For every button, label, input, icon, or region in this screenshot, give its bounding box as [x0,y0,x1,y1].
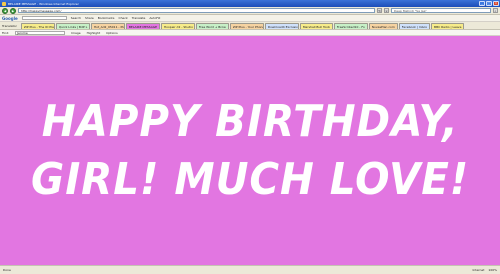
google-toolbar: Google Search Share Bookmarks Check Tran… [0,15,500,22]
close-button[interactable]: × [493,1,499,6]
status-bar: Done Internet 100% [0,265,500,274]
tabs-container: ZIP Plus - The ID PlayingQuick Links | B… [20,22,465,29]
browser-tab[interactable]: Quick Links | BdP L [55,22,90,29]
zoom-level[interactable]: 100% [488,268,497,272]
options-button[interactable]: Options [106,31,118,35]
maximize-button[interactable]: □ [486,1,492,6]
window-controls: _ □ × [479,1,499,6]
status-text: Done [3,268,11,272]
browser-tab[interactable]: Free Word + Brow [195,22,229,29]
browser-window: BELAIRE MESSAGE - Windows Internet Explo… [0,0,500,274]
find-label: Find: [2,30,10,35]
google-share-button[interactable]: Share [85,16,94,20]
browser-tab[interactable]: Hoopeir d2 - Studio Fl [160,22,195,29]
minimize-button[interactable]: _ [479,1,485,6]
browser-tab[interactable]: ZIP Plus - Your Phonebo [229,22,264,29]
google-logo: Google [2,15,18,21]
google-translate-button[interactable]: Translate [132,16,146,20]
translator-label: Translator [2,23,17,28]
browser-tab[interactable]: ZIP Plus - The ID Playing [20,22,55,29]
message-line-1: HAPPY BIRTHDAY, [41,95,459,147]
google-autofill-button[interactable]: AutoFill [149,16,160,20]
security-zone: Internet [472,268,485,272]
stop-button[interactable]: × [384,8,389,13]
tab-bar: Translator ZIP Plus - The ID PlayingQuic… [0,22,500,30]
window-title: BELAIRE MESSAGE - Windows Internet Explo… [8,1,79,6]
ie-icon [2,1,6,6]
page-content: HAPPY BIRTHDAY, GIRL! MUCH LOVE! [0,36,500,265]
google-bookmarks-button[interactable]: Bookmarks [98,16,115,20]
google-search-input[interactable] [21,16,67,20]
back-button[interactable]: ◀ [2,7,8,14]
google-search-button[interactable]: Search [71,16,81,20]
url-input[interactable]: http://happymessage.com/ [18,8,375,13]
search-icon[interactable]: ⌕ [493,8,498,13]
highlight-button[interactable]: Highlight [87,31,101,35]
title-bar: BELAIRE MESSAGE - Windows Internet Explo… [0,0,500,7]
browser-tab[interactable]: Facebook | Inbox [398,22,431,29]
browser-tab[interactable]: Hot_Ad2_05011 - Play [90,22,125,29]
browser-tab[interactable]: FreeScribed10 - Fo [333,22,368,29]
forward-button[interactable]: ▶ [10,7,16,14]
browser-tab[interactable]: Download4 Exclusive [264,22,299,29]
browser-tab[interactable]: NovasPlan com [368,22,398,29]
find-input[interactable]: Jerome [15,30,66,35]
image-button[interactable]: Image [71,31,80,35]
browser-tab[interactable]: BELAIRE MESSAGE [125,22,160,29]
refresh-button[interactable]: ↻ [377,8,382,13]
browser-tab[interactable]: BBC Radio | Leave [431,22,465,29]
search-input[interactable]: Deep Mehndi "Sa Jaa" [391,8,491,13]
address-bar: ◀ ▶ http://happymessage.com/ ↻ × Deep Me… [0,7,500,15]
browser-tab[interactable]: Marshall Bull Toob [299,22,333,29]
birthday-message: HAPPY BIRTHDAY, GIRL! MUCH LOVE! [31,93,469,209]
google-check-button[interactable]: Check [118,16,127,20]
message-line-2: GIRL! MUCH LOVE! [30,153,470,205]
